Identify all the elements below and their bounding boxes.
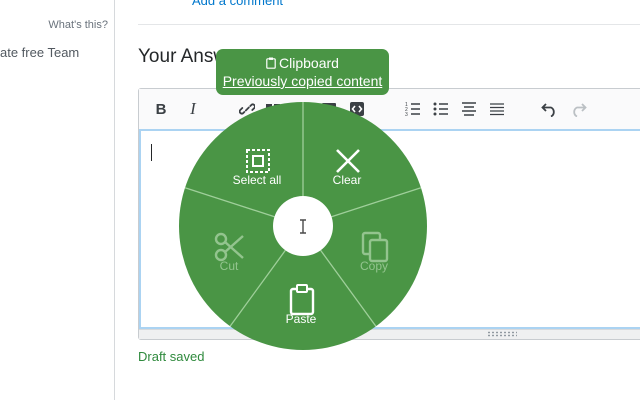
clipboard-title-text: Clipboard <box>279 55 339 71</box>
pie-menu: Select all Clear Copy Paste Cut <box>178 101 428 351</box>
draft-status: Draft saved <box>138 349 205 364</box>
horizontal-rule-icon[interactable] <box>487 99 507 119</box>
bold-button[interactable]: B <box>151 99 171 119</box>
previously-copied-link[interactable]: Previously copied content <box>216 72 389 90</box>
pie-menu-center[interactable] <box>273 196 333 256</box>
answer-heading: Your Answ <box>138 46 228 67</box>
clipboard-title: Clipboard <box>216 55 389 72</box>
paste-label[interactable]: Paste <box>261 312 341 326</box>
clipboard-icon <box>266 57 276 69</box>
text-cursor-icon <box>300 219 306 234</box>
divider <box>138 24 640 25</box>
create-team-link[interactable]: ate free Team <box>0 45 79 60</box>
bullet-list-icon[interactable] <box>431 99 451 119</box>
clipboard-tooltip: Clipboard Previously copied content <box>216 49 389 95</box>
add-comment-link[interactable]: Add a comment <box>192 0 283 8</box>
heading-icon[interactable] <box>459 99 479 119</box>
select-all-label[interactable]: Select all <box>217 173 297 187</box>
copy-label[interactable]: Copy <box>334 259 414 273</box>
text-caret <box>151 144 152 161</box>
undo-icon[interactable] <box>540 99 560 119</box>
left-rail: What's this? ate free Team <box>0 0 115 400</box>
cut-label[interactable]: Cut <box>189 259 269 273</box>
whats-this-link[interactable]: What's this? <box>48 19 108 31</box>
redo-icon[interactable] <box>568 99 588 119</box>
grip-dots <box>487 331 517 337</box>
clear-label[interactable]: Clear <box>307 173 387 187</box>
